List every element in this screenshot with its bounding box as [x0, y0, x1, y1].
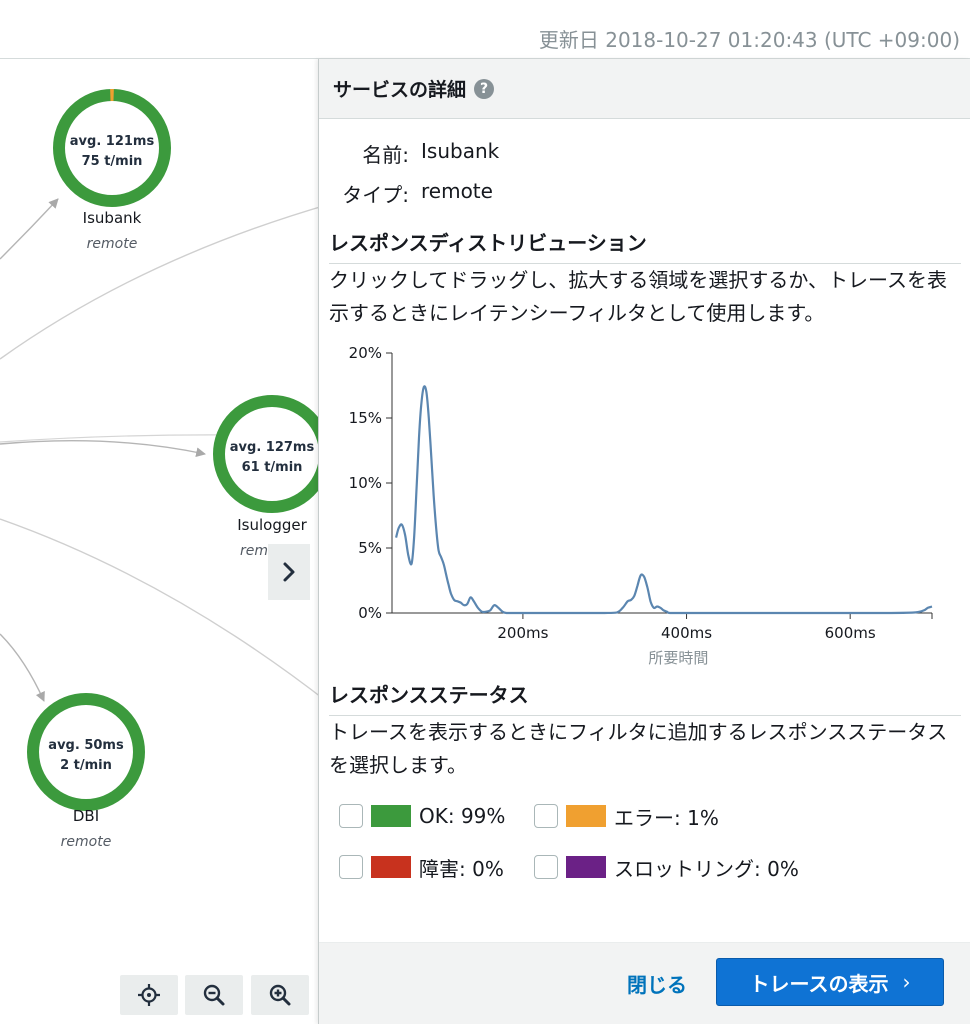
distribution-description: クリックしてドラッグし、拡大する領域を選択するか、トレースを表示するときにレイテ… [329, 268, 947, 325]
service-map-screen: 更新日 2018-10-27 01:20:43 (UTC +09:00) avg… [0, 0, 970, 1024]
node-throughput: 61 t/min [242, 460, 303, 475]
status-error-swatch [566, 805, 606, 827]
status-ok-label: OK: 99% [419, 804, 506, 828]
status-fault[interactable]: 障害: 0% [339, 853, 504, 881]
status-throttle-checkbox[interactable] [534, 855, 558, 879]
status-throttle-label: スロットリング: 0% [614, 856, 799, 881]
chart-y-tick-label: 20% [349, 344, 382, 362]
response-distribution-line [395, 385, 933, 615]
type-value: remote [421, 179, 493, 203]
response-distribution-chart[interactable]: 0% 5% 10% 15% 20% 200ms 400ms 600ms 所要時間 [329, 337, 961, 677]
status-fault-swatch [371, 856, 411, 878]
chart-x-axis-label: 所要時間 [648, 649, 708, 667]
crosshair-icon [138, 984, 160, 1006]
edge-to-isubank[interactable] [0, 198, 59, 260]
status-ok-checkbox[interactable] [339, 804, 363, 828]
node-type-isubank: remote [86, 236, 138, 252]
panel-title: サービスの詳細 [333, 79, 467, 101]
status-fault-checkbox[interactable] [339, 855, 363, 879]
chart-x-tick-label: 200ms [497, 624, 548, 642]
zoom-in-button[interactable] [251, 975, 309, 1015]
status-error[interactable]: エラー: 1% [534, 802, 719, 830]
last-updated-timestamp: 更新日 2018-10-27 01:20:43 (UTC +09:00) [538, 28, 960, 52]
node-throughput: 75 t/min [82, 154, 143, 169]
panel-header: サービスの詳細 ? [319, 59, 970, 119]
service-details-panel: サービスの詳細 ? 名前: Isubank タイプ: remote レスポンスデ… [318, 59, 970, 1024]
chart-x-tick-label: 400ms [661, 624, 712, 642]
type-key: タイプ: [342, 183, 409, 207]
help-icon[interactable]: ? [474, 78, 495, 99]
panel-footer: 閉じる トレースの表示 › [319, 942, 970, 1024]
node-throughput: 2 t/min [60, 758, 112, 773]
chevron-right-icon [283, 562, 295, 582]
edge-to-dbi[interactable] [0, 633, 45, 702]
view-traces-label: トレースの表示 [749, 971, 889, 996]
status-description: トレースを表示するときにフィルタに追加するレスポンスステータスを選択します。 [329, 720, 948, 777]
service-map-canvas[interactable]: avg. 121ms75 t/minavg. 127ms61 t/minavg.… [0, 59, 330, 1024]
status-error-checkbox[interactable] [534, 804, 558, 828]
distribution-title: レスポンスディストリビューション [329, 231, 647, 255]
node-name-isubank[interactable]: Isubank [52, 209, 172, 227]
name-value: Isubank [421, 139, 500, 163]
chart-y-tick-label: 5% [358, 539, 382, 557]
chart-y-tick-label: 15% [349, 409, 382, 427]
service-node-dbi[interactable]: avg. 50ms 2 t/min [27, 693, 145, 811]
zoom-out-icon [203, 984, 225, 1006]
chart-y-tick-label: 10% [349, 474, 382, 492]
node-avg-latency: avg. 121ms [70, 134, 155, 149]
chart-x-tick-label: 600ms [825, 624, 876, 642]
status-fault-label: 障害: 0% [419, 856, 504, 881]
zoom-out-button[interactable] [185, 975, 243, 1015]
service-node-isubank[interactable]: avg. 121ms 75 t/min [53, 89, 171, 207]
collapse-panel-button[interactable] [268, 544, 310, 600]
zoom-in-icon [269, 984, 291, 1006]
edge-to-isulogger[interactable] [0, 439, 206, 457]
view-traces-button[interactable]: トレースの表示 › [716, 958, 944, 1006]
status-throttle[interactable]: スロットリング: 0% [534, 853, 799, 881]
node-name-isulogger[interactable]: Isulogger [212, 516, 332, 534]
status-ok[interactable]: OK: 99% [339, 802, 505, 830]
recenter-button[interactable] [120, 975, 178, 1015]
status-title: レスポンスステータス [329, 683, 529, 707]
chart-y-tick-label: 0% [358, 604, 382, 622]
node-avg-latency: avg. 50ms [48, 738, 124, 753]
node-avg-latency: avg. 127ms [230, 440, 315, 455]
status-error-label: エラー: 1% [614, 805, 719, 830]
close-link[interactable]: 閉じる [627, 969, 687, 998]
service-node-isulogger[interactable]: avg. 127ms 61 t/min [213, 395, 330, 513]
status-ok-swatch [371, 805, 411, 827]
node-type-dbi: remote [60, 834, 112, 850]
name-key: 名前: [362, 143, 409, 167]
chevron-right-icon: › [902, 970, 911, 994]
edge-to-panel-top[interactable] [0, 203, 330, 360]
node-name-dbi[interactable]: DBI [26, 807, 146, 825]
status-throttle-swatch [566, 856, 606, 878]
